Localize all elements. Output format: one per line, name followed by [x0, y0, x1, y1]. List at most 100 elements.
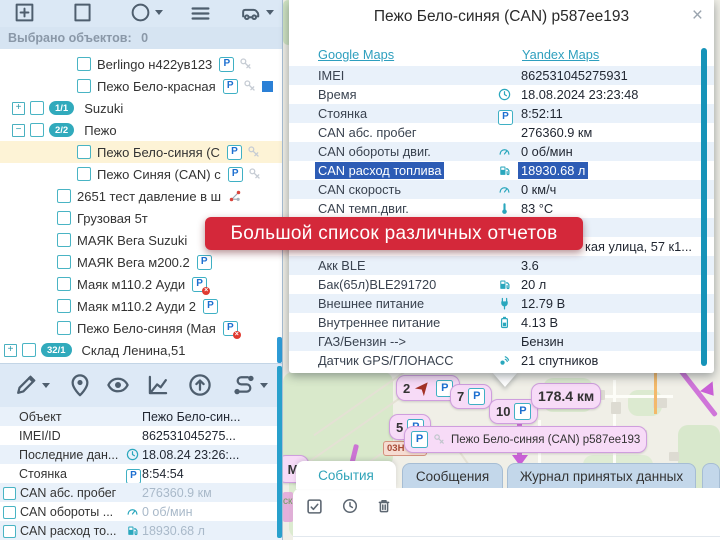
expand-icon[interactable]: + — [4, 344, 17, 357]
select-all-icon[interactable] — [306, 498, 323, 515]
gauge-icon — [498, 145, 511, 158]
tree-item-2651-тест-давление-в-ш[interactable]: 2651 тест давление в ш — [0, 185, 282, 207]
popup-row-value: 20 л — [521, 277, 546, 292]
edit-caret-icon[interactable] — [42, 383, 50, 388]
tree-item-suzuki[interactable]: +1/1Suzuki — [0, 97, 282, 119]
map-marker-7[interactable]: 7P — [450, 384, 492, 409]
popup-scrollbar[interactable] — [701, 48, 707, 366]
tree-item-пежо[interactable]: −2/2Пежо — [0, 119, 282, 141]
selected-objects-bar: Выбрано объектов: 0 — [0, 27, 282, 49]
yandex-maps-link[interactable]: Yandex Maps — [522, 47, 599, 62]
parking-icon: P — [227, 145, 242, 160]
gauge-icon — [126, 505, 139, 518]
thermo-icon — [498, 202, 511, 215]
fuel-icon — [498, 278, 511, 291]
chart-icon[interactable] — [146, 373, 170, 397]
group-count-badge: 1/1 — [49, 101, 74, 115]
key-icon — [433, 433, 446, 446]
tree-item-пежо-бело-синяя-с[interactable]: Пежо Бело-синяя (СP — [0, 141, 282, 163]
delete-icon[interactable] — [376, 498, 392, 514]
fuel-icon — [498, 164, 511, 177]
popup-row-12: Внешнее питание12.79 В — [289, 294, 714, 313]
close-icon[interactable]: × — [692, 6, 703, 25]
tab-partial[interactable] — [702, 463, 720, 489]
detail-label: IMEI/ID — [19, 429, 61, 443]
location-icon[interactable] — [68, 373, 92, 397]
list-view-icon[interactable] — [190, 3, 211, 24]
tree-checkbox[interactable] — [57, 321, 71, 335]
distance-badge[interactable]: 178.4 км — [531, 383, 601, 409]
tree-checkbox[interactable] — [57, 277, 71, 291]
tree-item-icons: P — [219, 57, 253, 72]
circle-caret-icon[interactable] — [155, 10, 163, 15]
google-maps-link[interactable]: Google Maps — [318, 47, 394, 62]
popup-row-7: CAN темп.двиг.83 °C — [289, 199, 714, 218]
tree-checkbox[interactable] — [22, 343, 36, 357]
tree-checkbox[interactable] — [30, 123, 44, 137]
vehicle-caret-icon[interactable] — [266, 10, 274, 15]
tree-item-пежо-синяя-can-с[interactable]: Пежо Синяя (CAN) сP — [0, 163, 282, 185]
edit-icon[interactable] — [14, 373, 38, 397]
popup-row-value: 21 спутников — [521, 353, 598, 368]
collapse-icon[interactable]: − — [12, 124, 25, 137]
popup-row-value: 0 км/ч — [521, 182, 556, 197]
upload-icon[interactable] — [188, 373, 212, 397]
popup-row-0: IMEI862531045275931 — [289, 66, 714, 85]
tree-checkbox[interactable] — [77, 57, 91, 71]
sensor-checkbox[interactable] — [3, 487, 16, 500]
tree-checkbox[interactable] — [77, 167, 91, 181]
popup-row-14: ГАЗ/Бензин -->Бензин — [289, 332, 714, 351]
tab-events[interactable]: События — [296, 461, 396, 489]
history-icon[interactable] — [342, 498, 358, 514]
tree-item-маяк-вега-м200-2[interactable]: МАЯК Вега м200.2P — [0, 251, 282, 273]
parking-icon: P — [514, 403, 531, 420]
tab-data-log[interactable]: Журнал принятых данных — [507, 463, 696, 489]
sensor-checkbox[interactable] — [3, 525, 16, 538]
selected-objects-count: 0 — [141, 31, 148, 45]
vehicle-filter-icon[interactable] — [240, 2, 261, 23]
parking-icon: P — [203, 299, 218, 314]
top-toolbar — [0, 0, 282, 28]
tree-item-пежо-бело-красная[interactable]: Пежо Бело-краснаяP — [0, 75, 282, 97]
tree-item-berlingo-н422ув123[interactable]: Berlingo н422ув123P — [0, 53, 282, 75]
tab-messages[interactable]: Сообщения — [402, 463, 503, 489]
route-icon[interactable] — [232, 373, 256, 397]
tree-checkbox[interactable] — [57, 189, 71, 203]
visibility-icon[interactable] — [106, 373, 130, 397]
detail-scrollbar[interactable] — [277, 366, 282, 538]
sensor-checkbox[interactable] — [3, 506, 16, 519]
tree-checkbox[interactable] — [30, 101, 44, 115]
square-tool-icon[interactable] — [72, 2, 93, 23]
vehicle-name-badge[interactable]: PПежо Бело-синяя (CAN) p587ee193 — [404, 426, 647, 453]
route-caret-icon[interactable] — [260, 383, 268, 388]
tree-checkbox[interactable] — [57, 233, 71, 247]
tree-item-маяк-м110-2-ауди[interactable]: Маяк м110.2 АудиP× — [0, 273, 282, 295]
tree-checkbox[interactable] — [77, 79, 91, 93]
circle-tool-icon[interactable] — [130, 2, 151, 23]
tree-item-icons: P — [228, 167, 262, 182]
parking-icon: P — [411, 431, 428, 448]
tree-checkbox[interactable] — [57, 255, 71, 269]
tree-item-label: Склад Ленина,51 — [82, 343, 186, 358]
tree-item-icons: P — [227, 145, 261, 160]
tree-checkbox[interactable] — [57, 299, 71, 313]
tree-checkbox[interactable] — [77, 145, 91, 159]
tree-item-пежо-бело-синяя-мая[interactable]: Пежо Бело-синяя (МаяP× — [0, 317, 282, 339]
tree-checkbox[interactable] — [57, 211, 71, 225]
expand-icon[interactable]: + — [12, 102, 25, 115]
tree-item-склад-ленина-51[interactable]: +32/1Склад Ленина,51 — [0, 339, 282, 361]
share-icon — [228, 189, 242, 203]
parking-icon: P — [197, 255, 212, 270]
tree-item-label: МАЯК Вега Suzuki — [77, 233, 187, 248]
bluesq-icon — [262, 81, 273, 92]
tree-scrollbar[interactable] — [277, 337, 282, 363]
popup-row-label: Внешнее питание — [318, 296, 424, 311]
detail-value: 18930.68 л — [142, 524, 205, 538]
detail-label: CAN расход то... — [20, 524, 117, 538]
detail-row-2: Последние дан...18.08.24 23:26:... — [0, 445, 282, 464]
actions-toolbar — [0, 363, 282, 408]
map-decoration — [611, 402, 621, 414]
gauge-icon — [498, 145, 511, 158]
add-object-icon[interactable] — [14, 2, 35, 23]
tree-item-маяк-м110-2-ауди-2[interactable]: Маяк м110.2 Ауди 2P — [0, 295, 282, 317]
